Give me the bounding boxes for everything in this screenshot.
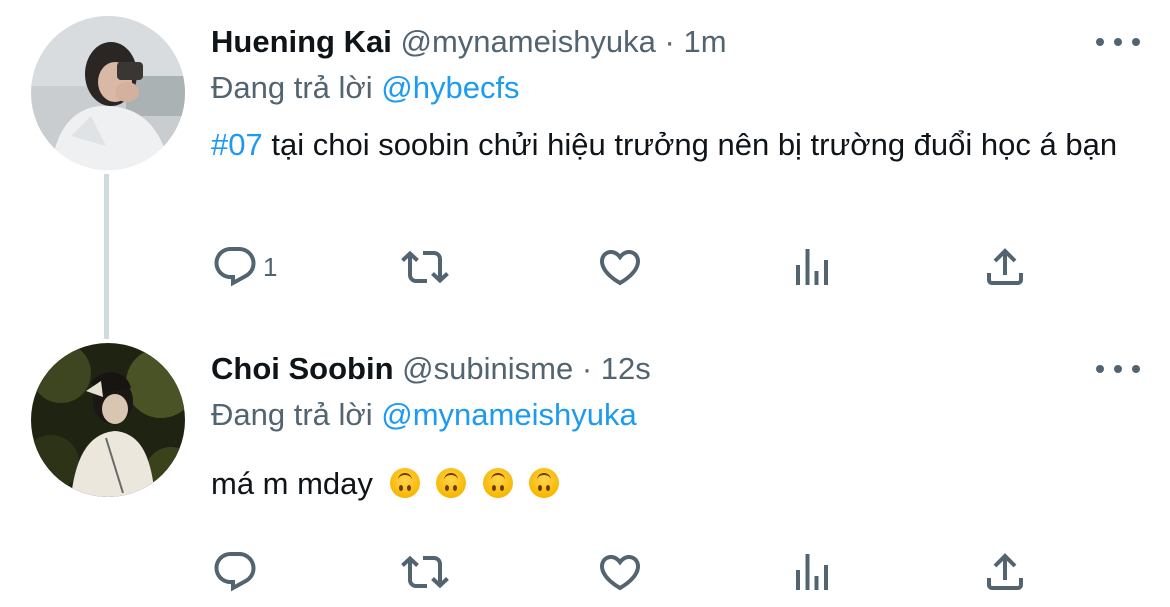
share-icon [987, 553, 1023, 590]
share-button[interactable] [981, 242, 1029, 292]
user-handle[interactable]: @subinisme [402, 351, 573, 386]
timestamp[interactable]: 12s [601, 351, 651, 386]
share-button[interactable] [981, 547, 1029, 597]
retweet-button[interactable] [401, 547, 449, 597]
reply-icon [214, 552, 256, 592]
upside-down-face-emoji [482, 468, 513, 498]
separator: · [664, 24, 675, 59]
retweet-icon [401, 250, 449, 284]
hashtag-link[interactable]: #07 [211, 127, 263, 162]
action-bar [211, 547, 1091, 597]
tweet-header: Huening Kai @mynameishyuka · 1m [211, 24, 727, 60]
views-button[interactable] [788, 547, 836, 597]
reply-icon [214, 247, 256, 287]
reply-button[interactable]: 1 [211, 242, 277, 292]
upside-down-face-emoji [436, 468, 467, 498]
like-icon [599, 555, 641, 591]
share-icon [987, 248, 1023, 285]
tweet[interactable]: Huening Kai @mynameishyuka · 1m Đang trả… [0, 0, 1170, 339]
reply-count: 1 [263, 251, 278, 282]
avatar[interactable] [31, 16, 185, 170]
action-bar: 1 [211, 242, 1091, 292]
views-icon [796, 554, 828, 590]
reply-context: Đang trả lời @mynameishyuka [211, 397, 637, 433]
upside-down-face-emoji [529, 468, 560, 498]
tweet-text: má m mday [211, 463, 1141, 505]
display-name[interactable]: Huening Kai [211, 24, 392, 59]
reply-prefix: Đang trả lời [211, 70, 373, 105]
thread-line [104, 174, 109, 339]
more-icon[interactable] [1096, 359, 1140, 379]
separator: · [581, 351, 593, 386]
like-button[interactable] [596, 547, 644, 597]
more-icon[interactable] [1096, 32, 1140, 52]
tweet-body: tại choi soobin chửi hiệu trưởng nên bị … [271, 127, 1118, 162]
avatar[interactable] [31, 343, 185, 497]
views-icon [796, 249, 828, 285]
tweet-body: má m mday [211, 466, 373, 501]
reply-context: Đang trả lời @hybecfs [211, 70, 520, 106]
tweet-header: Choi Soobin @subinisme · 12s [211, 351, 651, 387]
reply-mention[interactable]: @hybecfs [381, 70, 519, 105]
timestamp[interactable]: 1m [684, 24, 727, 59]
retweet-button[interactable] [401, 242, 449, 292]
like-button[interactable] [596, 242, 644, 292]
reply-prefix: Đang trả lời [211, 397, 373, 432]
reply-button[interactable] [211, 547, 263, 597]
tweet[interactable]: Choi Soobin @subinisme · 12s Đang trả lờ… [0, 335, 1170, 607]
display-name[interactable]: Choi Soobin [211, 351, 394, 386]
views-button[interactable] [788, 242, 836, 292]
user-handle[interactable]: @mynameishyuka [400, 24, 655, 59]
reply-mention[interactable]: @mynameishyuka [381, 397, 636, 432]
retweet-icon [401, 555, 449, 589]
like-icon [599, 250, 641, 286]
upside-down-face-emoji [389, 468, 420, 498]
tweet-text: #07 tại choi soobin chửi hiệu trưởng nên… [211, 124, 1141, 166]
